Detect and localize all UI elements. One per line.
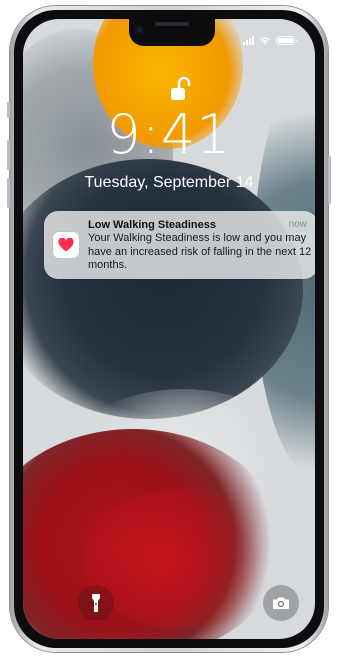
camera-button[interactable]	[263, 585, 299, 621]
action-button	[7, 102, 10, 118]
flashlight-button[interactable]	[78, 585, 114, 621]
bezel: 9:41 Tuesday, September 14 Low Walking S…	[14, 10, 324, 648]
camera-icon	[273, 597, 289, 609]
notification-body: Your Walking Steadiness is low and you m…	[88, 232, 312, 271]
cellular-signal-icon	[243, 36, 254, 45]
lock-screen-time: 9:41	[106, 103, 232, 166]
notification-time: now	[288, 219, 307, 230]
battery-icon	[276, 36, 297, 45]
notification-title: Low Walking Steadiness	[88, 219, 216, 231]
status-bar	[243, 36, 297, 45]
wifi-icon	[260, 37, 270, 45]
volume-up-button	[7, 140, 10, 170]
flashlight-icon	[92, 594, 100, 612]
volume-down-button	[7, 178, 10, 208]
iphone-frame: 9:41 Tuesday, September 14 Low Walking S…	[7, 6, 331, 652]
unlocked-padlock-icon[interactable]	[170, 76, 192, 102]
speaker-grille	[155, 22, 189, 26]
front-camera-icon	[135, 25, 144, 34]
side-button	[328, 156, 331, 204]
health-heart-icon	[53, 232, 79, 258]
notch	[129, 19, 215, 46]
lock-screen-date: Tuesday, September 14	[84, 174, 254, 191]
lock-screen: 9:41 Tuesday, September 14 Low Walking S…	[23, 19, 315, 639]
notification-card[interactable]: Low Walking Steadiness now Your Walking …	[44, 211, 315, 279]
